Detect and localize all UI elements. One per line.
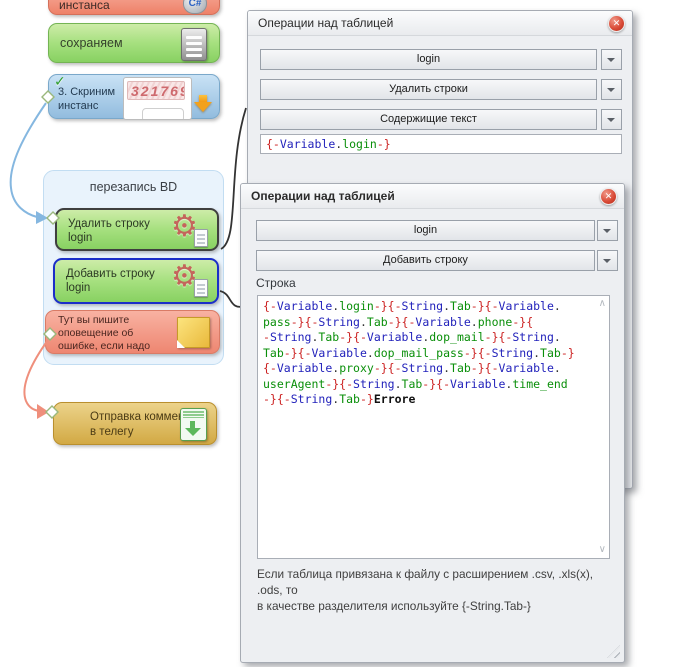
gear-document-icon: ⚙ [171, 212, 211, 250]
flow-block-error-note-label: Тут вы пишите оповещение об ошибке, если… [58, 314, 150, 353]
chevron-down-icon [607, 58, 615, 62]
csharp-icon: C# [183, 0, 207, 14]
condition-dropdown[interactable]: Содержищие текст [260, 109, 597, 130]
flow-block-delete-row[interactable]: Удалить строку login ⚙ [55, 208, 219, 251]
row-string-label: Строка [256, 276, 296, 290]
orange-down-arrow-icon [194, 95, 212, 112]
scroll-down-icon[interactable]: ∨ [599, 545, 606, 555]
operation-dropdown-button[interactable] [601, 79, 622, 100]
flow-block-instance-label: инстанса [59, 0, 110, 12]
captcha-thumbnail: 321769 [123, 77, 192, 120]
flow-block-send-telegram[interactable]: Отправка коммента в телегу [53, 402, 217, 445]
contains-text-input[interactable]: {-Variable.login-} [260, 134, 622, 154]
scroll-up-icon[interactable]: ∧ [599, 299, 606, 309]
chevron-down-icon [607, 118, 615, 122]
dialog2-title: Операции над таблицей [251, 189, 395, 203]
flow-block-save[interactable]: сохраняем [48, 23, 220, 63]
operation-dropdown[interactable]: Добавить строку [256, 250, 595, 271]
flow-block-instance[interactable]: инстанса C# [48, 0, 220, 15]
arrowhead-salmon-icon [37, 404, 49, 419]
chevron-down-icon [603, 259, 611, 263]
gear-document-icon: ⚙ [171, 262, 211, 300]
chevron-down-icon [607, 88, 615, 92]
operation-dropdown-button[interactable] [597, 250, 618, 271]
document-icon [181, 28, 207, 61]
condition-dropdown-button[interactable] [601, 109, 622, 130]
dialog1-title: Операции над таблицей [258, 16, 393, 30]
dialog2-titlebar[interactable]: Операции над таблицей ✕ [241, 184, 624, 209]
row-string-content: {-Variable.login-}{-String.Tab-}{-Variab… [263, 299, 591, 408]
captcha-digits: 321769 [127, 81, 185, 100]
flow-block-save-label: сохраняем [60, 36, 123, 50]
resize-grip[interactable] [607, 645, 620, 658]
connector-curve-screenshot-to-delete [11, 103, 46, 217]
flow-group-title: перезапись BD [44, 180, 223, 194]
flow-block-add-row[interactable]: Добавить строку login ⚙ [53, 258, 219, 304]
table-select-dropdown[interactable]: login [256, 220, 595, 241]
download-icon [180, 408, 207, 441]
flow-block-error-note[interactable]: Тут вы пишите оповещение об ошибке, если… [45, 310, 220, 354]
table-select-dropdown-button[interactable] [597, 220, 618, 241]
table-select-dropdown-button[interactable] [601, 49, 622, 70]
operation-dropdown[interactable]: Удалить строки [260, 79, 597, 100]
sticky-note-icon [177, 317, 210, 348]
table-select-dropdown[interactable]: login [260, 49, 597, 70]
flow-block-add-row-label: Добавить строку login [66, 267, 155, 295]
dialog-table-operations-2: Операции над таблицей ✕ login Добавить с… [240, 183, 625, 663]
flow-block-screenshot-label: 3. Скриним инстанс [58, 85, 115, 113]
close-icon[interactable]: ✕ [600, 188, 617, 205]
separator-hint-text: Если таблица привязана к файлу с расшире… [257, 566, 619, 614]
close-icon[interactable]: ✕ [608, 15, 625, 32]
dialog1-titlebar[interactable]: Операции над таблицей ✕ [248, 11, 632, 36]
row-string-textarea[interactable]: {-Variable.login-}{-String.Tab-}{-Variab… [257, 295, 610, 559]
flow-block-delete-row-label: Удалить строку login [68, 217, 150, 245]
captcha-input-thumb [142, 108, 184, 120]
flow-block-screenshot[interactable]: ✓ 3. Скриним инстанс 321769 [48, 74, 220, 119]
chevron-down-icon [603, 229, 611, 233]
